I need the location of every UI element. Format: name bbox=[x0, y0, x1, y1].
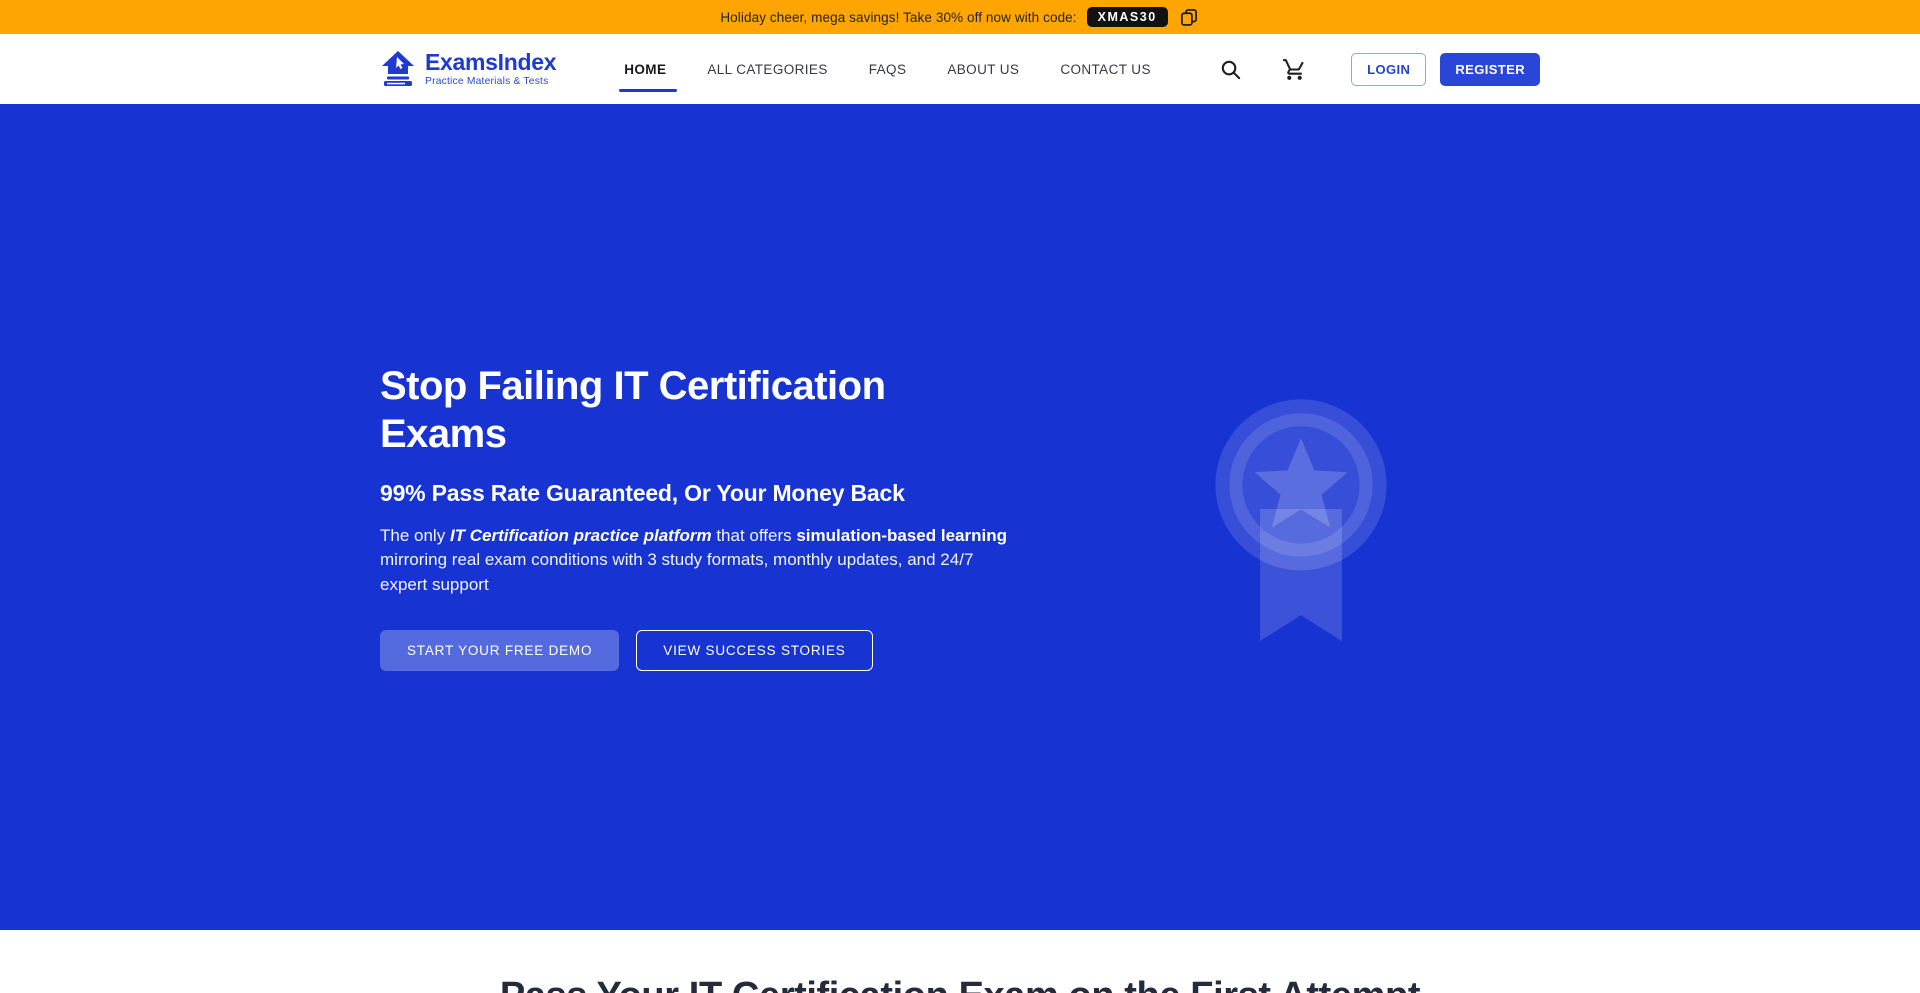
logo-subtitle: Practice Materials & Tests bbox=[425, 77, 556, 87]
nav-item-all-categories[interactable]: ALL CATEGORIES bbox=[705, 34, 829, 104]
copy-icon bbox=[1179, 7, 1199, 27]
nav-menu: HOME ALL CATEGORIES FAQS ABOUT US CONTAC… bbox=[622, 34, 1190, 104]
promo-code-badge[interactable]: XMAS30 bbox=[1087, 7, 1168, 28]
register-button[interactable]: REGISTER bbox=[1440, 53, 1540, 86]
logo-title: ExamsIndex bbox=[425, 51, 556, 74]
hero-paragraph: The only IT Certification practice platf… bbox=[380, 524, 1025, 597]
nav-item-about-us[interactable]: ABOUT US bbox=[945, 34, 1021, 104]
next-section-heading: Pass Your IT Certification Exam on the F… bbox=[0, 974, 1920, 993]
award-ribbon-icon bbox=[1208, 397, 1394, 649]
paragraph-text: that offers bbox=[712, 526, 797, 545]
hero-headline: Stop Failing IT Certification Exams bbox=[380, 362, 1040, 458]
logo-icon bbox=[380, 49, 416, 89]
promo-banner: Holiday cheer, mega savings! Take 30% of… bbox=[0, 0, 1920, 34]
nav-item-contact-us[interactable]: CONTACT US bbox=[1058, 34, 1153, 104]
paragraph-emphasis: IT Certification practice platform bbox=[450, 526, 712, 545]
paragraph-text: The only bbox=[380, 526, 450, 545]
paragraph-bold: simulation-based learning bbox=[796, 526, 1007, 545]
promo-message: Holiday cheer, mega savings! Take 30% of… bbox=[720, 10, 1076, 25]
login-button[interactable]: LOGIN bbox=[1351, 53, 1426, 86]
search-button[interactable] bbox=[1215, 54, 1246, 85]
logo[interactable]: ExamsIndex Practice Materials & Tests bbox=[380, 49, 556, 89]
hero-subheadline: 99% Pass Rate Guaranteed, Or Your Money … bbox=[380, 480, 1040, 507]
hero-section: Stop Failing IT Certification Exams 99% … bbox=[0, 104, 1920, 930]
search-icon bbox=[1219, 58, 1242, 81]
copy-code-button[interactable] bbox=[1178, 6, 1200, 28]
navbar: ExamsIndex Practice Materials & Tests HO… bbox=[0, 34, 1920, 104]
cart-icon bbox=[1282, 57, 1307, 82]
cart-button[interactable] bbox=[1278, 53, 1311, 86]
start-free-demo-button[interactable]: START YOUR FREE DEMO bbox=[380, 630, 619, 671]
next-section: Pass Your IT Certification Exam on the F… bbox=[0, 930, 1920, 993]
view-success-stories-button[interactable]: VIEW SUCCESS STORIES bbox=[636, 630, 872, 671]
paragraph-text: mirroring real exam conditions with 3 st… bbox=[380, 550, 973, 593]
nav-item-home[interactable]: HOME bbox=[622, 34, 668, 104]
nav-item-faqs[interactable]: FAQS bbox=[867, 34, 909, 104]
